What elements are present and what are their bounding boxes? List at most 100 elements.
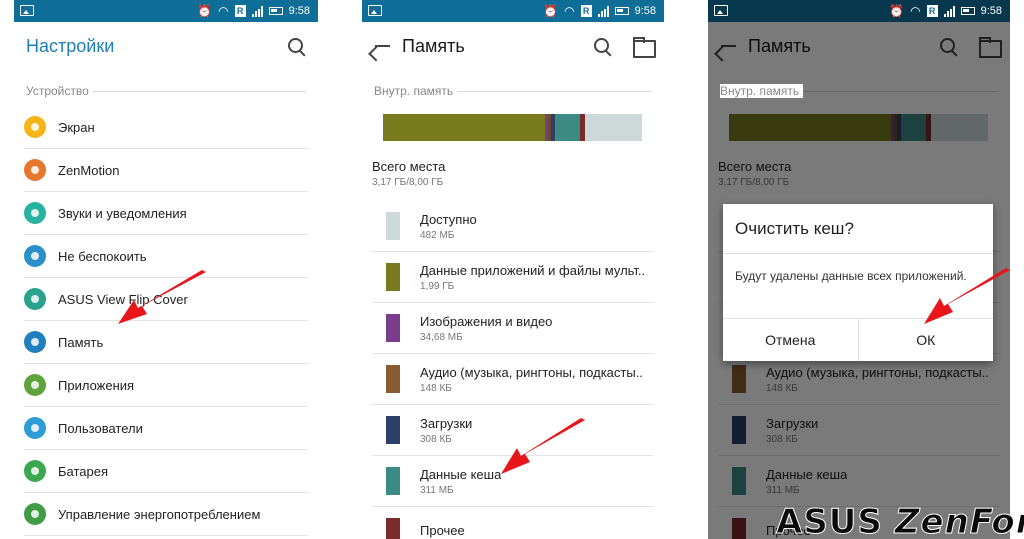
memory-toolbar: Память — [708, 22, 1010, 70]
section-header: Внутр. память — [374, 70, 652, 106]
total-space-label: Всего места — [718, 159, 792, 174]
settings-item[interactable]: Экран — [24, 106, 308, 149]
total-space: Всего места 3,17 ГБ/8,00 ГБ — [708, 141, 1010, 201]
wifi-icon: ◠ — [910, 4, 921, 18]
total-space-value: 3,17 ГБ/8,00 ГБ — [372, 177, 444, 188]
status-bar: ⏰ ◠ R 9:58 — [362, 0, 664, 22]
category-name: Доступно — [420, 211, 477, 227]
category-color-swatch — [386, 518, 400, 539]
red-arrow-pointing-memory — [118, 270, 206, 324]
storage-category-item[interactable]: Аудио (музыка, рингтоны, подкасты.. 148 К… — [372, 354, 654, 405]
battery-icon — [268, 7, 283, 15]
category-color-swatch — [386, 467, 400, 495]
settings-toolbar: Настройки — [14, 22, 318, 70]
cancel-button[interactable]: Отмена — [723, 319, 858, 361]
settings-item-icon — [24, 374, 46, 396]
settings-item[interactable]: Звуки и уведомления — [24, 192, 308, 235]
settings-item-label: Не беспокоить — [58, 248, 147, 264]
total-space-value: 3,17 ГБ/8,00 ГБ — [718, 177, 790, 188]
category-text: Загрузки 308 КБ — [766, 416, 818, 445]
storage-usage-bar — [383, 114, 642, 141]
roaming-icon: R — [580, 5, 592, 17]
category-name: Данные приложений и файлы мульт... — [420, 262, 644, 278]
category-text: Данные кеша 311 МБ — [766, 467, 847, 496]
category-size: 308 КБ — [766, 433, 798, 445]
storage-usage-bar — [729, 114, 988, 141]
back-arrow-icon[interactable] — [372, 35, 394, 57]
category-text: Загрузки 308 КБ — [420, 416, 472, 445]
category-name: Загрузки — [420, 415, 473, 431]
storage-category-item: Аудио (музыка, рингтоны, подкасты.. 148 К… — [718, 354, 1000, 405]
status-bar: ⏰ ◠ R 9:58 — [14, 0, 318, 22]
page-title: Память — [402, 35, 465, 56]
settings-item-icon — [24, 202, 46, 224]
settings-item-label: Память — [58, 334, 104, 350]
gallery-notification-icon — [368, 5, 382, 16]
settings-item[interactable]: Приложения — [24, 364, 308, 407]
roaming-icon: R — [234, 5, 246, 17]
category-text: Доступно 482 МБ — [420, 212, 477, 241]
status-time: 9:58 — [980, 5, 1002, 17]
status-time: 9:58 — [288, 5, 310, 17]
settings-item-label: Батарея — [58, 463, 109, 479]
search-icon[interactable] — [592, 36, 614, 58]
category-size: 308 КБ — [420, 433, 452, 445]
total-space-label: Всего места — [372, 159, 446, 174]
settings-item[interactable]: Управление энергопотреблением — [24, 493, 308, 536]
category-text: Аудио (музыка, рингтоны, подкасты.. 148 К… — [766, 365, 989, 394]
battery-icon — [960, 7, 975, 15]
alarm-icon: ⏰ — [197, 4, 213, 18]
category-size: 311 МБ — [420, 484, 454, 496]
settings-item-icon — [24, 503, 46, 525]
storage-category-item[interactable]: Данные приложений и файлы мульт... 1,99 Г… — [372, 252, 654, 303]
settings-item-icon — [24, 460, 46, 482]
category-text: Прочее — [420, 523, 465, 539]
settings-item-label: Звуки и уведомления — [58, 205, 187, 221]
storage-category-item[interactable]: Прочее — [372, 507, 654, 539]
signal-icon — [597, 5, 609, 17]
battery-icon — [614, 7, 629, 15]
settings-item-label: Управление энергопотреблением — [58, 506, 261, 522]
section-header-label: Внутр. память — [720, 84, 804, 98]
settings-item-icon — [24, 245, 46, 267]
category-name: Загрузки — [766, 415, 819, 431]
settings-item-label: Приложения — [58, 377, 135, 393]
storage-bar-segment — [900, 114, 926, 141]
gallery-notification-icon — [20, 5, 34, 16]
category-text: Данные кеша 311 МБ — [420, 467, 501, 496]
storage-bar-segment — [729, 114, 891, 141]
settings-item-label: Экран — [58, 119, 95, 135]
storage-bar-segment — [931, 114, 988, 141]
category-name: Аудио (музыка, рингтоны, подкасты.. — [766, 364, 989, 380]
memory-toolbar: Память — [362, 22, 664, 70]
file-manager-icon[interactable] — [632, 36, 656, 58]
settings-item[interactable]: Пользователи — [24, 407, 308, 450]
search-icon[interactable] — [286, 36, 308, 58]
storage-category-item[interactable]: Доступно 482 МБ — [372, 201, 654, 252]
settings-item-label: Пользователи — [58, 420, 143, 436]
signal-icon — [251, 5, 263, 17]
category-color-swatch — [386, 212, 400, 240]
section-header: Внутр. память — [720, 70, 998, 106]
category-text: Данные приложений и файлы мульт... 1,99 Г… — [420, 263, 644, 292]
settings-item-icon — [24, 159, 46, 181]
settings-item[interactable]: Батарея — [24, 450, 308, 493]
page-title: Память — [748, 35, 811, 56]
storage-category-item[interactable]: Изображения и видео 34,68 МБ — [372, 303, 654, 354]
section-header: Устройство — [26, 70, 306, 106]
settings-item-label: ZenMotion — [58, 162, 120, 178]
category-name: Данные кеша — [420, 466, 502, 482]
asus-zenfone-logo: ASUS ZenFone — [776, 499, 1024, 539]
storage-bar-segment — [383, 114, 545, 141]
search-icon — [938, 36, 960, 58]
back-arrow-icon — [718, 35, 740, 57]
settings-item[interactable]: ZenMotion — [24, 149, 308, 192]
category-color-swatch — [732, 416, 746, 444]
settings-item-icon — [24, 417, 46, 439]
category-size: 311 МБ — [766, 484, 800, 496]
status-bar: ⏰ ◠ R 9:58 — [708, 0, 1010, 22]
composite-screenshot: ⏰ ◠ R 9:58 Настройки Устройство Экран Zen… — [0, 0, 1024, 539]
red-arrow-pointing-ok — [924, 268, 1010, 324]
total-space: Всего места 3,17 ГБ/8,00 ГБ — [362, 141, 664, 201]
category-color-swatch — [386, 416, 400, 444]
